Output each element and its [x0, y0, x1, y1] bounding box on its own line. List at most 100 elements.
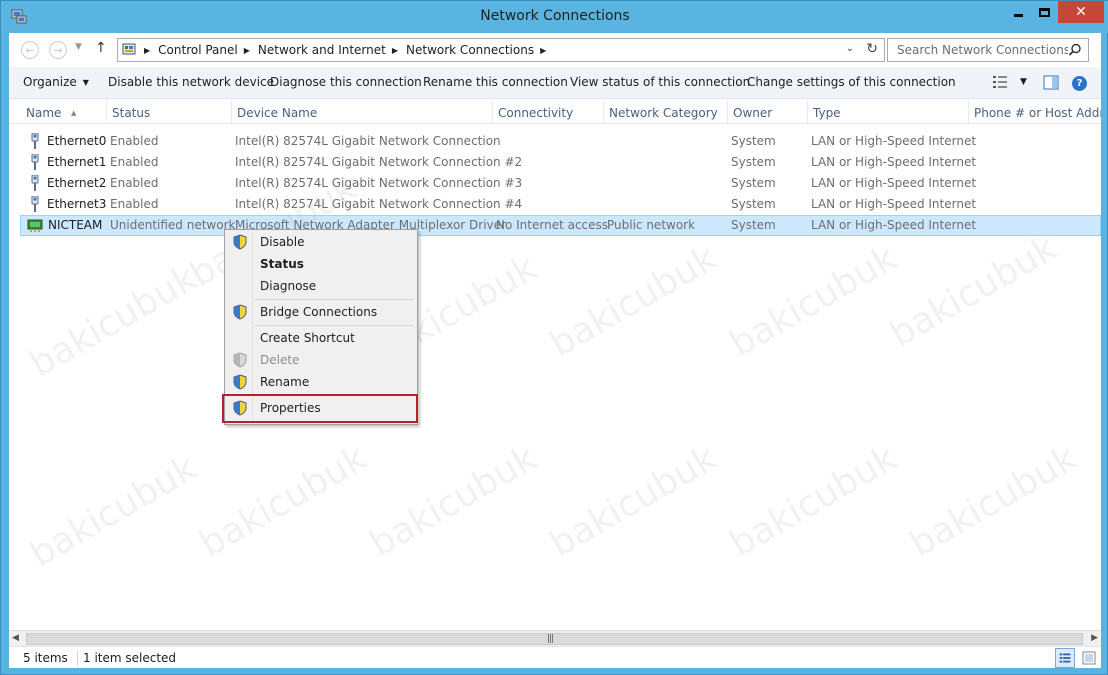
details-view-icon[interactable]	[1055, 648, 1075, 668]
column-label: Type	[813, 106, 841, 120]
menu-item-status[interactable]: Status	[227, 253, 415, 275]
back-button[interactable]: ←	[21, 41, 39, 59]
column-label: Device Name	[237, 106, 318, 120]
row-type: LAN or High-Speed Internet	[811, 197, 977, 211]
column-header-name[interactable]: Name ▲	[21, 100, 107, 124]
disable-device-button[interactable]: Disable this network device	[108, 75, 274, 89]
close-button[interactable]: ✕	[1058, 1, 1104, 23]
close-icon: ✕	[1075, 4, 1087, 20]
table-row[interactable]: Ethernet1 Enabled Intel(R) 82574L Gigabi…	[20, 152, 1101, 173]
search-icon[interactable]	[1068, 43, 1082, 57]
column-header-network-category[interactable]: Network Category	[604, 100, 728, 124]
status-divider	[77, 650, 78, 666]
breadcrumb: ▶ Control Panel ▶ Network and Internet ▶…	[138, 43, 554, 57]
menu-item-label: Diagnose	[260, 279, 317, 293]
menu-item-rename[interactable]: Rename	[227, 371, 415, 393]
rename-connection-button[interactable]: Rename this connection	[423, 75, 568, 89]
chevron-right-icon[interactable]: ▶	[144, 46, 150, 55]
organize-button[interactable]: Organize ▼	[23, 75, 89, 89]
address-dropdown-icon[interactable]: ⌄	[846, 43, 854, 54]
scroll-right-icon[interactable]: ▶	[1091, 633, 1098, 643]
chevron-right-icon[interactable]: ▶	[540, 46, 546, 55]
row-owner: System	[731, 155, 776, 169]
breadcrumb-network-connections[interactable]: Network Connections	[406, 43, 534, 57]
scroll-left-icon[interactable]: ◀	[12, 633, 19, 643]
row-status: Enabled	[110, 197, 159, 211]
chevron-right-icon[interactable]: ▶	[244, 46, 250, 55]
row-status: Enabled	[110, 176, 159, 190]
maximize-button[interactable]	[1031, 1, 1058, 23]
row-device-name: Intel(R) 82574L Gigabit Network Connecti…	[235, 176, 523, 190]
row-name: Ethernet1	[47, 155, 107, 169]
table-row[interactable]: Ethernet2 Enabled Intel(R) 82574L Gigabi…	[20, 173, 1101, 194]
help-icon[interactable]: ?	[1072, 76, 1087, 91]
menu-item-disable[interactable]: Disable	[227, 231, 415, 253]
row-name: NICTEAM	[48, 218, 103, 232]
minimize-button[interactable]	[1005, 1, 1031, 23]
title-bar[interactable]: Network Connections ✕	[1, 1, 1108, 33]
column-label: Connectivity	[498, 106, 574, 120]
view-options-icon[interactable]	[992, 75, 1008, 89]
row-device-name: Intel(R) 82574L Gigabit Network Connecti…	[235, 134, 501, 148]
navigation-bar: ← → ▼ ↑ ▶ Control Panel ▶ Network and In…	[9, 33, 1101, 67]
uac-shield-icon	[233, 304, 247, 320]
menu-separator	[255, 325, 413, 326]
search-box[interactable]	[887, 38, 1089, 62]
row-status: Enabled	[110, 155, 159, 169]
refresh-icon[interactable]: ↻	[866, 41, 878, 57]
column-header-device-name[interactable]: Device Name	[232, 100, 493, 124]
menu-item-create-shortcut[interactable]: Create Shortcut	[227, 327, 415, 349]
column-header-phone-or-host[interactable]: Phone # or Host Address	[969, 100, 1101, 124]
table-row[interactable]: Ethernet0 Enabled Intel(R) 82574L Gigabi…	[20, 131, 1101, 152]
row-owner: System	[731, 176, 776, 190]
view-status-button[interactable]: View status of this connection	[570, 75, 750, 89]
column-label: Owner	[733, 106, 773, 120]
menu-item-bridge-connections[interactable]: Bridge Connections	[227, 301, 415, 323]
diagnose-connection-button[interactable]: Diagnose this connection	[270, 75, 422, 89]
row-owner: System	[731, 218, 776, 232]
ethernet-cable-icon	[31, 196, 39, 212]
organize-label: Organize	[23, 75, 77, 89]
column-label: Network Category	[609, 106, 718, 120]
table-row-selected[interactable]: NICTEAM Unidentified network Microsoft N…	[20, 215, 1101, 236]
change-settings-button[interactable]: Change settings of this connection	[747, 75, 956, 89]
row-name: Ethernet2	[47, 176, 107, 190]
column-header-owner[interactable]: Owner	[728, 100, 808, 124]
column-header-connectivity[interactable]: Connectivity	[493, 100, 604, 124]
row-owner: System	[731, 197, 776, 211]
horizontal-scrollbar[interactable]: ◀ ||| ▶	[9, 630, 1101, 646]
menu-item-diagnose[interactable]: Diagnose	[227, 275, 415, 297]
chevron-right-icon[interactable]: ▶	[392, 46, 398, 55]
large-icons-view-icon[interactable]	[1079, 648, 1099, 668]
breadcrumb-control-panel[interactable]: Control Panel	[158, 43, 238, 57]
menu-item-label: Create Shortcut	[260, 331, 355, 345]
row-type: LAN or High-Speed Internet	[811, 134, 977, 148]
address-bar[interactable]: ▶ Control Panel ▶ Network and Internet ▶…	[117, 38, 885, 62]
scrollbar-thumb[interactable]: |||	[26, 633, 1083, 645]
network-adapter-icon	[27, 219, 43, 232]
column-header-status[interactable]: Status	[107, 100, 232, 124]
row-type: LAN or High-Speed Internet	[811, 176, 977, 190]
menu-item-label: Delete	[260, 353, 300, 367]
maximize-icon	[1039, 7, 1050, 17]
row-device-name: Intel(R) 82574L Gigabit Network Connecti…	[235, 197, 523, 211]
status-bar: 5 items 1 item selected	[9, 646, 1101, 668]
column-label: Name	[26, 106, 62, 120]
preview-pane-icon[interactable]	[1043, 75, 1059, 90]
menu-item-delete: Delete	[227, 349, 415, 371]
arrow-right-icon: →	[53, 43, 63, 57]
table-row[interactable]: Ethernet3 Enabled Intel(R) 82574L Gigabi…	[20, 194, 1101, 215]
row-network-category: Public network	[607, 218, 696, 232]
breadcrumb-network-and-internet[interactable]: Network and Internet	[258, 43, 386, 57]
view-dropdown-icon[interactable]: ▼	[1020, 77, 1027, 87]
column-header-type[interactable]: Type	[808, 100, 969, 124]
forward-button[interactable]: →	[49, 41, 67, 59]
ethernet-cable-icon	[31, 154, 39, 170]
search-input[interactable]	[888, 39, 1068, 61]
command-bar: Organize ▼ Disable this network device Di…	[9, 67, 1101, 99]
uac-shield-icon	[233, 234, 247, 250]
arrow-left-icon: ←	[25, 43, 35, 57]
recent-locations-button[interactable]: ▼	[75, 42, 82, 52]
row-name: Ethernet3	[47, 197, 107, 211]
up-button[interactable]: ↑	[95, 40, 107, 56]
